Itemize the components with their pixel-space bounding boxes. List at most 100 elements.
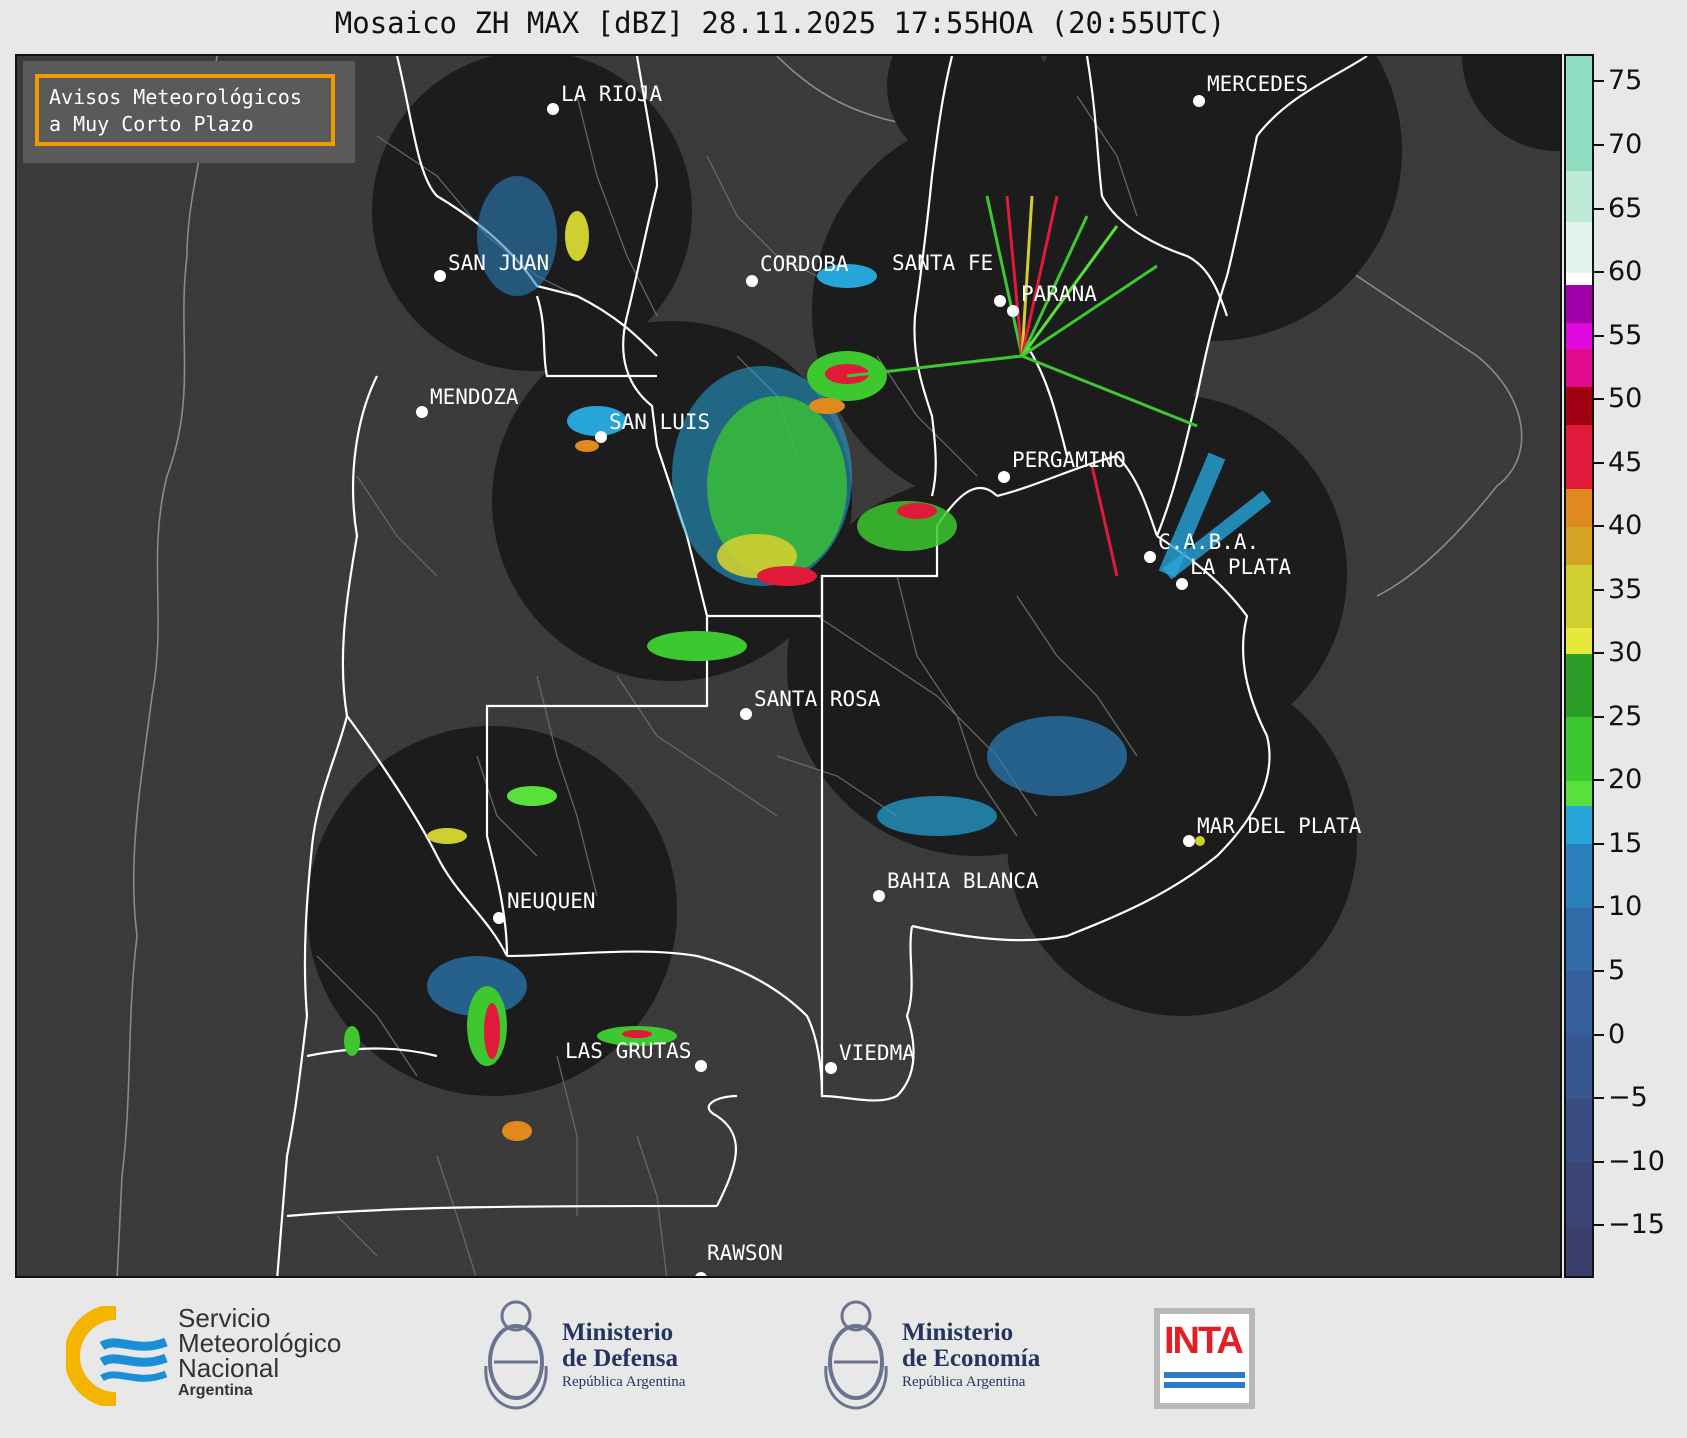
colorbar-band — [1566, 843, 1592, 908]
city-label-viedma: VIEDMA — [839, 1041, 915, 1065]
colorbar — [1564, 54, 1594, 1278]
city-dot-icon — [1144, 551, 1156, 563]
colorbar-tick — [1594, 588, 1604, 591]
smn-logo-icon — [64, 1304, 176, 1408]
colorbar-tick-label: 70 — [1608, 128, 1643, 160]
smn-logo: Servicio Meteorológico Nacional Argentin… — [64, 1304, 386, 1408]
colorbar-band — [1566, 564, 1592, 629]
colorbar-band — [1566, 1034, 1592, 1099]
colorbar-band — [1566, 386, 1592, 426]
city-label-parana: PARANA — [1021, 282, 1097, 306]
colorbar-tick — [1594, 334, 1604, 337]
city-label-san-luis: SAN LUIS — [609, 410, 710, 434]
colorbar-tick — [1594, 271, 1604, 274]
defensa-logo: Ministerio de Defensa República Argentin… — [480, 1296, 740, 1416]
colorbar-tick-label: 50 — [1608, 383, 1643, 415]
city-dot-icon — [434, 270, 446, 282]
colorbar-tick-label: −15 — [1608, 1209, 1665, 1241]
colorbar-tick — [1594, 398, 1604, 401]
colorbar-tick-label: −5 — [1608, 1082, 1648, 1114]
colorbar-tick — [1594, 652, 1604, 655]
economia-logo: Ministerio de Economía República Argenti… — [820, 1296, 1080, 1416]
argentina-coat-of-arms-icon — [824, 1300, 888, 1410]
colorbar-band — [1566, 322, 1592, 349]
city-dot-icon — [1007, 305, 1019, 317]
colorbar-band — [1566, 488, 1592, 527]
map-title: Mosaico ZH MAX [dBZ] 28.11.2025 17:55HOA… — [334, 6, 1226, 40]
city-label-pergamino: PERGAMINO — [1012, 448, 1126, 472]
colorbar-tick — [1594, 842, 1604, 845]
colorbar-band — [1566, 284, 1592, 324]
city-label-cordoba: CORDOBA — [760, 252, 849, 276]
colorbar-tick — [1594, 715, 1604, 718]
colorbar-tick — [1594, 1033, 1604, 1036]
city-label-santa-fe: SANTA FE — [892, 251, 993, 275]
city-dot-icon — [695, 1060, 707, 1072]
colorbar-tick — [1594, 461, 1604, 464]
economia-line-2: de Economía — [902, 1345, 1041, 1372]
defensa-line-2: de Defensa — [562, 1345, 678, 1372]
colorbar-tick-label: 5 — [1608, 955, 1626, 986]
defensa-line-1: Ministerio — [562, 1319, 674, 1346]
colorbar-band — [1566, 1225, 1592, 1276]
colorbar-tick-label: 20 — [1608, 764, 1643, 796]
colorbar-band — [1566, 627, 1592, 654]
colorbar-tick — [1594, 906, 1604, 909]
city-label-mercedes: MERCEDES — [1207, 72, 1308, 96]
notice-panel: Avisos Meteorológicos a Muy Corto Plazo — [23, 61, 355, 163]
colorbar-tick-label: 65 — [1608, 192, 1643, 224]
colorbar-band — [1566, 272, 1592, 286]
notice-box: Avisos Meteorológicos a Muy Corto Plazo — [35, 74, 335, 146]
city-label-bahia-blanca: BAHIA BLANCA — [887, 869, 1039, 893]
city-label-santa-rosa: SANTA ROSA — [754, 687, 881, 711]
city-label-mar-del-plata: MAR DEL PLATA — [1197, 814, 1362, 838]
city-label-c-a-b-a: C.A.B.A. — [1158, 530, 1259, 554]
colorbar-tick-label: 10 — [1608, 891, 1643, 923]
colorbar-tick — [1594, 80, 1604, 83]
city-dot-icon — [998, 471, 1010, 483]
colorbar-band — [1566, 780, 1592, 807]
colorbar-band — [1566, 526, 1592, 565]
economia-line-1: Ministerio — [902, 1319, 1014, 1346]
colorbar-tick — [1594, 779, 1604, 782]
city-label-la-rioja: LA RIOJA — [561, 82, 663, 106]
smn-line-4: Argentina — [178, 1382, 253, 1399]
city-dot-icon — [595, 431, 607, 443]
inta-label: INTA — [1164, 1320, 1244, 1362]
city-dot-icon — [547, 103, 559, 115]
colorbar-band — [1566, 716, 1592, 781]
colorbar-tick — [1594, 207, 1604, 210]
colorbar-tick-label: 30 — [1608, 637, 1643, 669]
city-dot-icon — [1193, 95, 1205, 107]
city-dot-icon — [994, 295, 1006, 307]
colorbar-band — [1566, 971, 1592, 1036]
colorbar-tick — [1594, 970, 1604, 972]
colorbar-tick-label: 40 — [1608, 510, 1643, 542]
colorbar-tick-label: 55 — [1608, 319, 1643, 351]
city-dot-icon — [493, 912, 505, 924]
city-dot-icon — [1176, 578, 1188, 590]
footer-logos: Servicio Meteorológico Nacional Argentin… — [0, 1280, 1687, 1438]
city-dot-icon — [1183, 835, 1195, 847]
smn-line-3: Nacional — [178, 1353, 280, 1383]
city-dot-icon — [416, 406, 428, 418]
city-dot-icon — [873, 890, 885, 902]
city-dot-icon — [740, 708, 752, 720]
colorbar-band — [1566, 56, 1592, 171]
colorbar-band — [1566, 805, 1592, 845]
colorbar-tick-label: −10 — [1608, 1145, 1665, 1177]
city-label-san-juan: SAN JUAN — [448, 251, 549, 275]
colorbar-tick-label: 45 — [1608, 446, 1643, 478]
city-dot-icon — [746, 275, 758, 287]
radar-map[interactable]: LA RIOJA MERCEDES SAN JUAN CORDOBA SANTA FE P… — [15, 54, 1562, 1278]
colorbar-tick-label: 35 — [1608, 573, 1643, 605]
city-label-neuquen: NEUQUEN — [507, 889, 596, 913]
colorbar-band — [1566, 653, 1592, 718]
city-label-rawson: RAWSON — [707, 1241, 783, 1265]
colorbar-band — [1566, 907, 1592, 972]
colorbar-tick-label: 25 — [1608, 700, 1643, 732]
radar-map-canvas: LA RIOJA MERCEDES SAN JUAN CORDOBA SANTA FE P… — [17, 56, 1560, 1276]
colorbar-band — [1566, 348, 1592, 387]
argentina-coat-of-arms-icon — [484, 1300, 548, 1410]
colorbar-tick-label: 60 — [1608, 256, 1643, 288]
